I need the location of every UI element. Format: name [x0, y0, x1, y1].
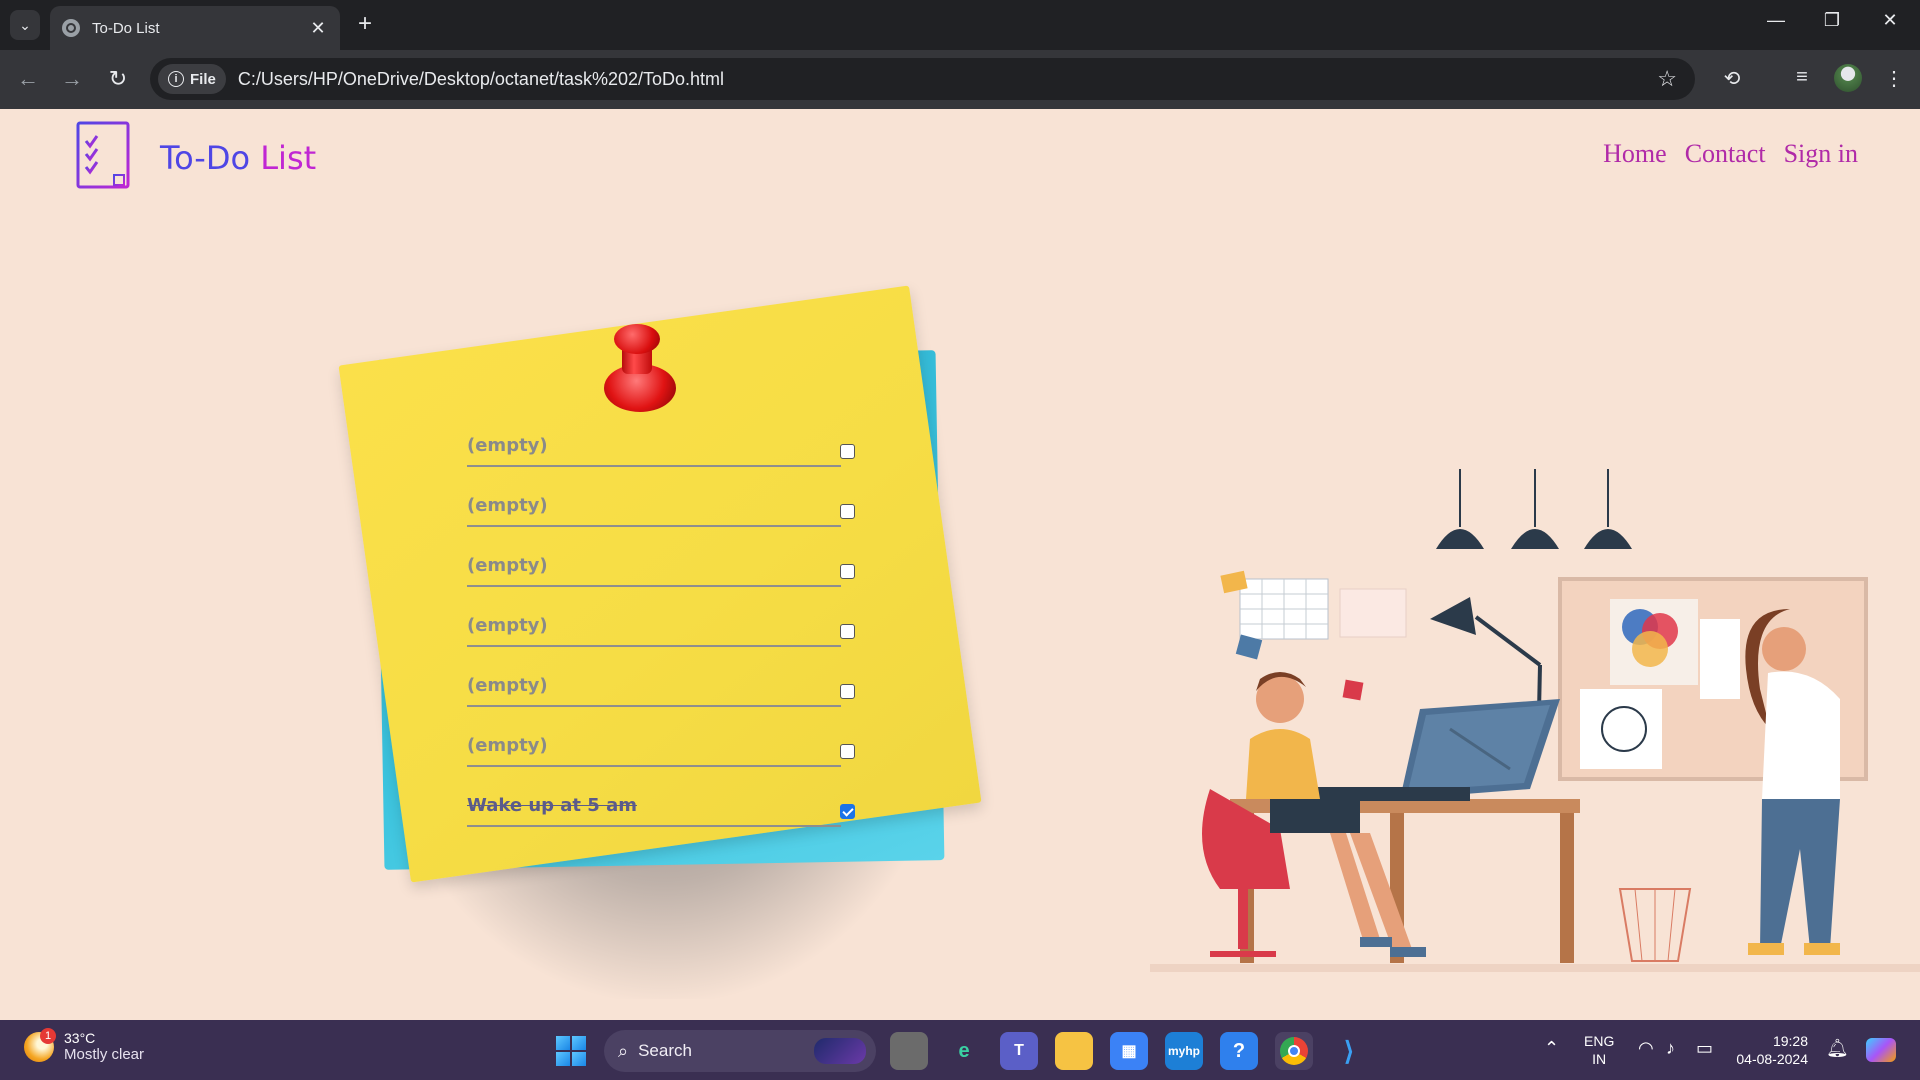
todo-item: (empty) — [467, 609, 867, 669]
close-window-button[interactable]: ✕ — [1870, 10, 1910, 31]
todo-input[interactable]: (empty) — [467, 495, 841, 527]
start-button[interactable] — [556, 1036, 586, 1066]
main-nav: Home Contact Sign in — [1603, 139, 1858, 169]
weather-condition: Mostly clear — [64, 1046, 145, 1063]
globe-icon — [62, 19, 80, 37]
todo-checkbox[interactable] — [840, 504, 855, 519]
todo-input[interactable]: (empty) — [467, 735, 841, 767]
battery-icon[interactable]: ▭ — [1696, 1038, 1713, 1059]
nav-contact-link[interactable]: Contact — [1685, 139, 1766, 169]
taskbar-search[interactable]: ⌕ Search — [604, 1030, 876, 1072]
todo-checkbox[interactable] — [840, 564, 855, 579]
todo-checkbox[interactable] — [840, 444, 855, 459]
bookmark-star-icon[interactable]: ☆ — [1657, 66, 1677, 92]
page-content: To-Do List Home Contact Sign in (empty) … — [0, 109, 1920, 1020]
tab-search-button[interactable]: ⌄ — [10, 10, 40, 40]
todo-list: (empty) (empty) (empty) (empty) (empty) … — [467, 429, 867, 849]
more-menu-icon[interactable]: ⋮ — [1880, 66, 1908, 91]
weather-widget[interactable]: 1 33°C Mostly clear — [24, 1027, 145, 1063]
search-icon: ⌕ — [618, 1040, 629, 1061]
notification-bell-icon[interactable]: 🔔︎ — [1826, 1038, 1849, 1059]
new-tab-button[interactable]: + — [352, 12, 378, 38]
help-icon[interactable]: ? — [1220, 1032, 1258, 1070]
todo-item: (empty) — [467, 429, 867, 489]
todo-checkbox[interactable] — [840, 624, 855, 639]
volume-icon[interactable]: ♪ — [1666, 1038, 1675, 1059]
todo-checkbox-checked[interactable] — [840, 804, 855, 819]
todo-checkbox[interactable] — [840, 744, 855, 759]
site-title-part2: List — [260, 139, 317, 177]
todo-item: (empty) — [467, 669, 867, 729]
minimize-button[interactable]: — — [1756, 10, 1796, 31]
todo-input[interactable]: (empty) — [467, 675, 841, 707]
info-icon: i — [168, 71, 184, 87]
clock-time: 19:28 — [1772, 1033, 1808, 1049]
site-title-part1: To-Do — [160, 139, 251, 177]
teams-icon[interactable]: T — [1000, 1032, 1038, 1070]
windows-taskbar: 1 33°C Mostly clear ⌕ Search e T ▦ myhp … — [0, 1020, 1920, 1080]
forward-button[interactable]: → — [58, 66, 86, 92]
site-info-button[interactable]: i File — [158, 64, 226, 94]
url-text[interactable]: C:/Users/HP/OneDrive/Desktop/octanet/tas… — [238, 69, 1657, 90]
weather-moon-icon: 1 — [24, 1027, 56, 1062]
file-chip-label: File — [190, 70, 216, 88]
lang-line2: IN — [1592, 1051, 1607, 1067]
profile-avatar[interactable] — [1834, 64, 1862, 92]
search-highlight-image — [814, 1038, 866, 1064]
lang-line1: ENG — [1584, 1033, 1615, 1049]
site-title: To-Do List — [160, 139, 316, 177]
todo-input[interactable]: (empty) — [467, 555, 841, 587]
language-indicator[interactable]: ENG IN — [1584, 1032, 1614, 1068]
back-button[interactable]: ← — [14, 66, 42, 92]
media-control-icon[interactable]: ≡ — [1788, 66, 1816, 89]
search-label: Search — [638, 1041, 692, 1060]
myhp-icon[interactable]: myhp — [1165, 1032, 1203, 1070]
task-view-icon[interactable] — [890, 1032, 928, 1070]
close-tab-button[interactable]: ✕ — [308, 18, 328, 39]
history-icon[interactable]: ⟲ — [1718, 66, 1746, 91]
todo-input[interactable]: (empty) — [467, 435, 841, 467]
ceiling-lamps — [1436, 469, 1632, 549]
wifi-icon[interactable]: ◠ — [1638, 1038, 1654, 1059]
address-bar[interactable]: i File C:/Users/HP/OneDrive/Desktop/octa… — [150, 58, 1695, 100]
nav-signin-link[interactable]: Sign in — [1784, 139, 1858, 169]
restore-button[interactable]: ❐ — [1812, 10, 1852, 31]
show-hidden-icons[interactable]: ⌃ — [1544, 1038, 1559, 1059]
nav-home-link[interactable]: Home — [1603, 139, 1667, 169]
file-explorer-icon[interactable] — [1055, 1032, 1093, 1070]
store-icon[interactable]: ▦ — [1110, 1032, 1148, 1070]
chevron-down-icon: ⌄ — [19, 16, 31, 33]
copilot-icon[interactable] — [1866, 1038, 1896, 1062]
browser-toolbar: ← → ↻ i File C:/Users/HP/OneDrive/Deskto… — [0, 50, 1920, 109]
todo-checkbox[interactable] — [840, 684, 855, 699]
todo-item: Wake up at 5 am — [467, 789, 867, 849]
browser-tab[interactable]: To-Do List ✕ — [50, 6, 340, 50]
chrome-icon[interactable] — [1275, 1032, 1313, 1070]
todo-input[interactable]: (empty) — [467, 615, 841, 647]
todo-input[interactable]: Wake up at 5 am — [467, 795, 841, 827]
clock-date: 04-08-2024 — [1736, 1051, 1808, 1067]
pushpin-icon — [600, 324, 680, 424]
todo-item: (empty) — [467, 489, 867, 549]
tab-title: To-Do List — [92, 19, 160, 37]
todo-item: (empty) — [467, 729, 867, 789]
weather-badge: 1 — [40, 1027, 56, 1044]
reload-button[interactable]: ↻ — [104, 66, 132, 92]
workspace-illustration — [1150, 469, 1920, 972]
checklist-logo-icon — [76, 121, 130, 189]
vscode-icon[interactable]: ⟩ — [1330, 1032, 1368, 1070]
todo-item: (empty) — [467, 549, 867, 609]
clock[interactable]: 19:28 04-08-2024 — [1736, 1032, 1808, 1068]
edge-icon[interactable]: e — [945, 1032, 983, 1070]
browser-titlebar: ⌄ To-Do List ✕ + — ❐ ✕ — [0, 0, 1920, 50]
weather-temp: 33°C — [64, 1030, 96, 1046]
